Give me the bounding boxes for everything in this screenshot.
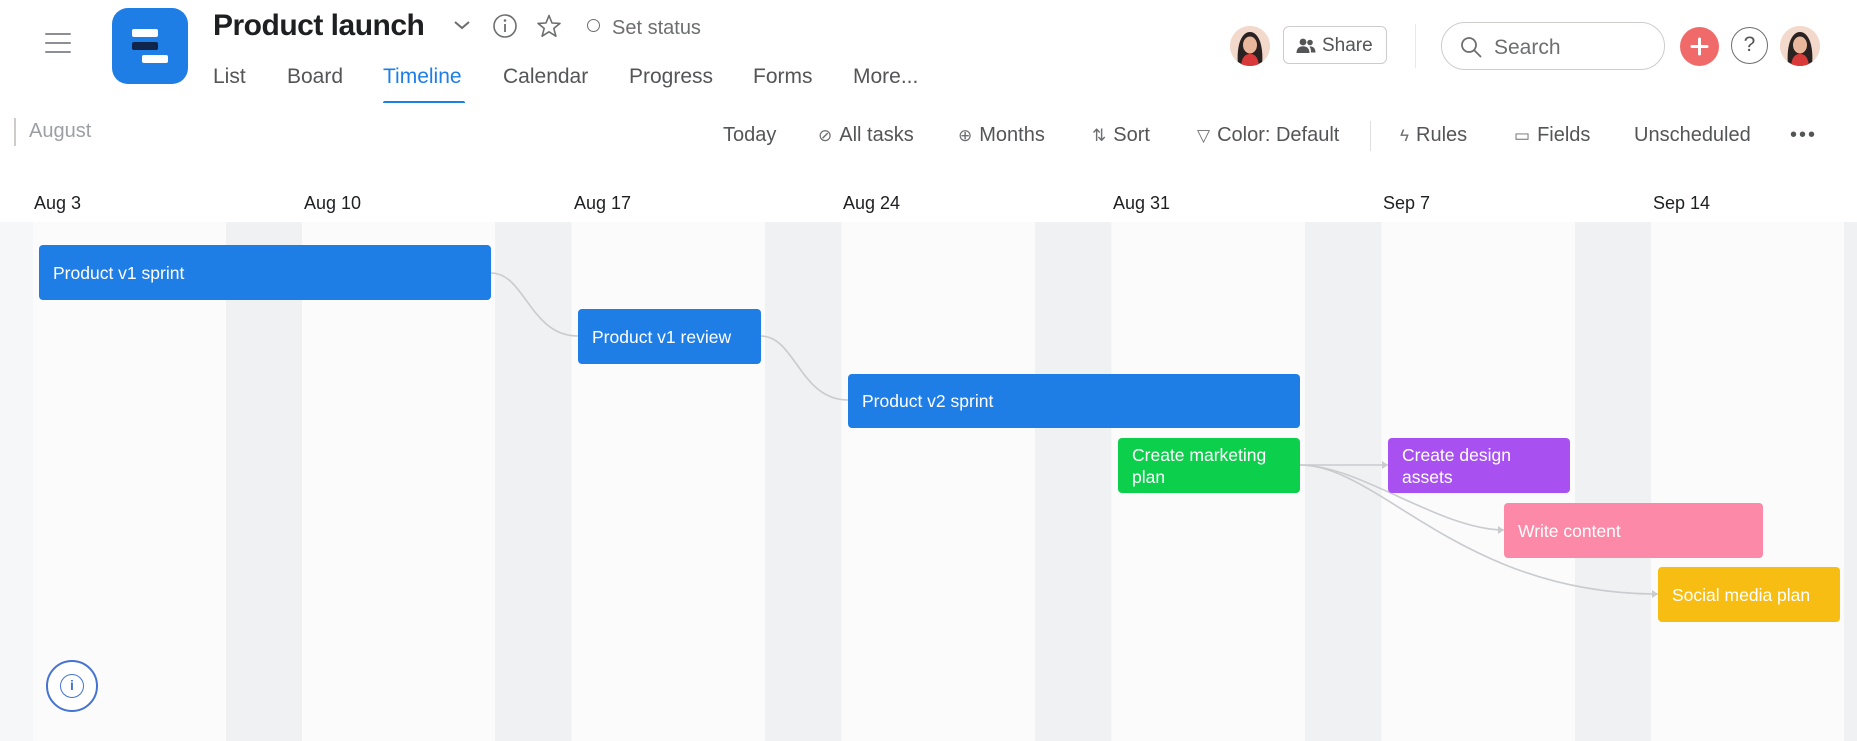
header-divider	[1415, 24, 1416, 68]
all-tasks-label: All tasks	[839, 124, 914, 146]
share-label: Share	[1322, 35, 1373, 56]
info-button[interactable]: i	[46, 660, 98, 712]
project-logo-icon	[112, 8, 188, 84]
user-avatar[interactable]	[1780, 26, 1820, 66]
toolbar-divider	[1370, 121, 1371, 151]
zoom-months-button[interactable]: ⊕ Months	[958, 124, 1045, 147]
star-icon[interactable]	[536, 13, 562, 39]
plus-icon	[1690, 37, 1709, 56]
rules-label: Rules	[1416, 124, 1468, 146]
zoom-icon: ⊕	[958, 126, 973, 145]
share-button[interactable]: Share	[1283, 26, 1387, 64]
help-icon[interactable]: ?	[1731, 27, 1768, 64]
unscheduled-button[interactable]: Unscheduled	[1634, 124, 1751, 147]
task-bar[interactable]: Product v1 review	[578, 309, 761, 364]
lightning-icon: ϟ	[1400, 126, 1409, 145]
timeline-canvas[interactable]: Product v1 sprint Product v1 review Prod…	[0, 222, 1857, 741]
today-button[interactable]: Today	[723, 124, 776, 147]
rules-button[interactable]: ϟ Rules	[1400, 124, 1467, 147]
avatar[interactable]	[1230, 26, 1270, 66]
week-label: Sep 14	[1653, 193, 1711, 213]
tab-timeline[interactable]: Timeline	[383, 65, 462, 89]
task-bar[interactable]: Create design assets	[1388, 438, 1570, 493]
current-month: August	[29, 120, 92, 142]
task-bar[interactable]: Write content	[1504, 503, 1763, 558]
chevron-down-icon[interactable]	[452, 18, 472, 32]
week-label: Aug 31	[1113, 193, 1171, 213]
week-label: Aug 24	[843, 193, 901, 213]
project-header: Product launch Set status List Board Tim…	[0, 0, 1857, 104]
task-bar[interactable]: Create marketing plan	[1118, 438, 1300, 493]
search-placeholder: Search	[1494, 36, 1561, 59]
timeline-date-header	[0, 185, 1857, 223]
tab-calendar[interactable]: Calendar	[503, 65, 588, 89]
project-title[interactable]: Product launch	[213, 9, 425, 43]
search-icon	[1461, 37, 1482, 58]
check-circle-icon: ⊘	[818, 126, 833, 145]
all-tasks-filter[interactable]: ⊘ All tasks	[818, 124, 914, 147]
tab-board[interactable]: Board	[287, 65, 343, 89]
info-icon: i	[60, 674, 84, 698]
week-label: Sep 7	[1383, 193, 1431, 213]
set-status-button[interactable]: Set status	[587, 17, 701, 40]
task-bar[interactable]: Social media plan	[1658, 567, 1840, 622]
week-label: Aug 10	[304, 193, 362, 213]
zoom-label: Months	[979, 124, 1045, 146]
people-icon	[1296, 38, 1316, 53]
tab-more[interactable]: More...	[853, 65, 918, 89]
unscheduled-label: Unscheduled	[1634, 124, 1751, 146]
fields-icon: ▭	[1514, 126, 1531, 145]
tab-list[interactable]: List	[213, 65, 246, 89]
week-label: Aug 3	[34, 193, 82, 213]
sort-label: Sort	[1113, 124, 1150, 146]
sort-icon: ⇅	[1092, 126, 1107, 145]
search-input[interactable]: Search	[1441, 22, 1665, 70]
month-marker	[14, 118, 16, 146]
color-label: Color: Default	[1217, 124, 1340, 146]
hamburger-icon[interactable]	[45, 33, 71, 53]
fields-label: Fields	[1537, 124, 1591, 146]
task-bar[interactable]: Product v1 sprint	[39, 245, 491, 300]
dependency-line	[760, 335, 849, 401]
paint-icon: ▽	[1197, 126, 1211, 145]
info-icon[interactable]	[492, 13, 518, 39]
tab-forms[interactable]: Forms	[753, 65, 813, 89]
sort-button[interactable]: ⇅ Sort	[1092, 124, 1150, 147]
status-ring-icon	[587, 19, 600, 32]
more-options-icon[interactable]: •••	[1790, 124, 1817, 147]
today-label: Today	[723, 124, 777, 146]
task-bar[interactable]: Product v2 sprint	[848, 374, 1300, 428]
dependency-line	[490, 272, 579, 337]
color-button[interactable]: ▽ Color: Default	[1197, 124, 1339, 147]
week-label: Aug 17	[574, 193, 632, 213]
add-button[interactable]	[1680, 27, 1719, 66]
tab-progress[interactable]: Progress	[629, 65, 713, 89]
fields-button[interactable]: ▭ Fields	[1514, 124, 1590, 147]
set-status-label: Set status	[612, 17, 701, 39]
